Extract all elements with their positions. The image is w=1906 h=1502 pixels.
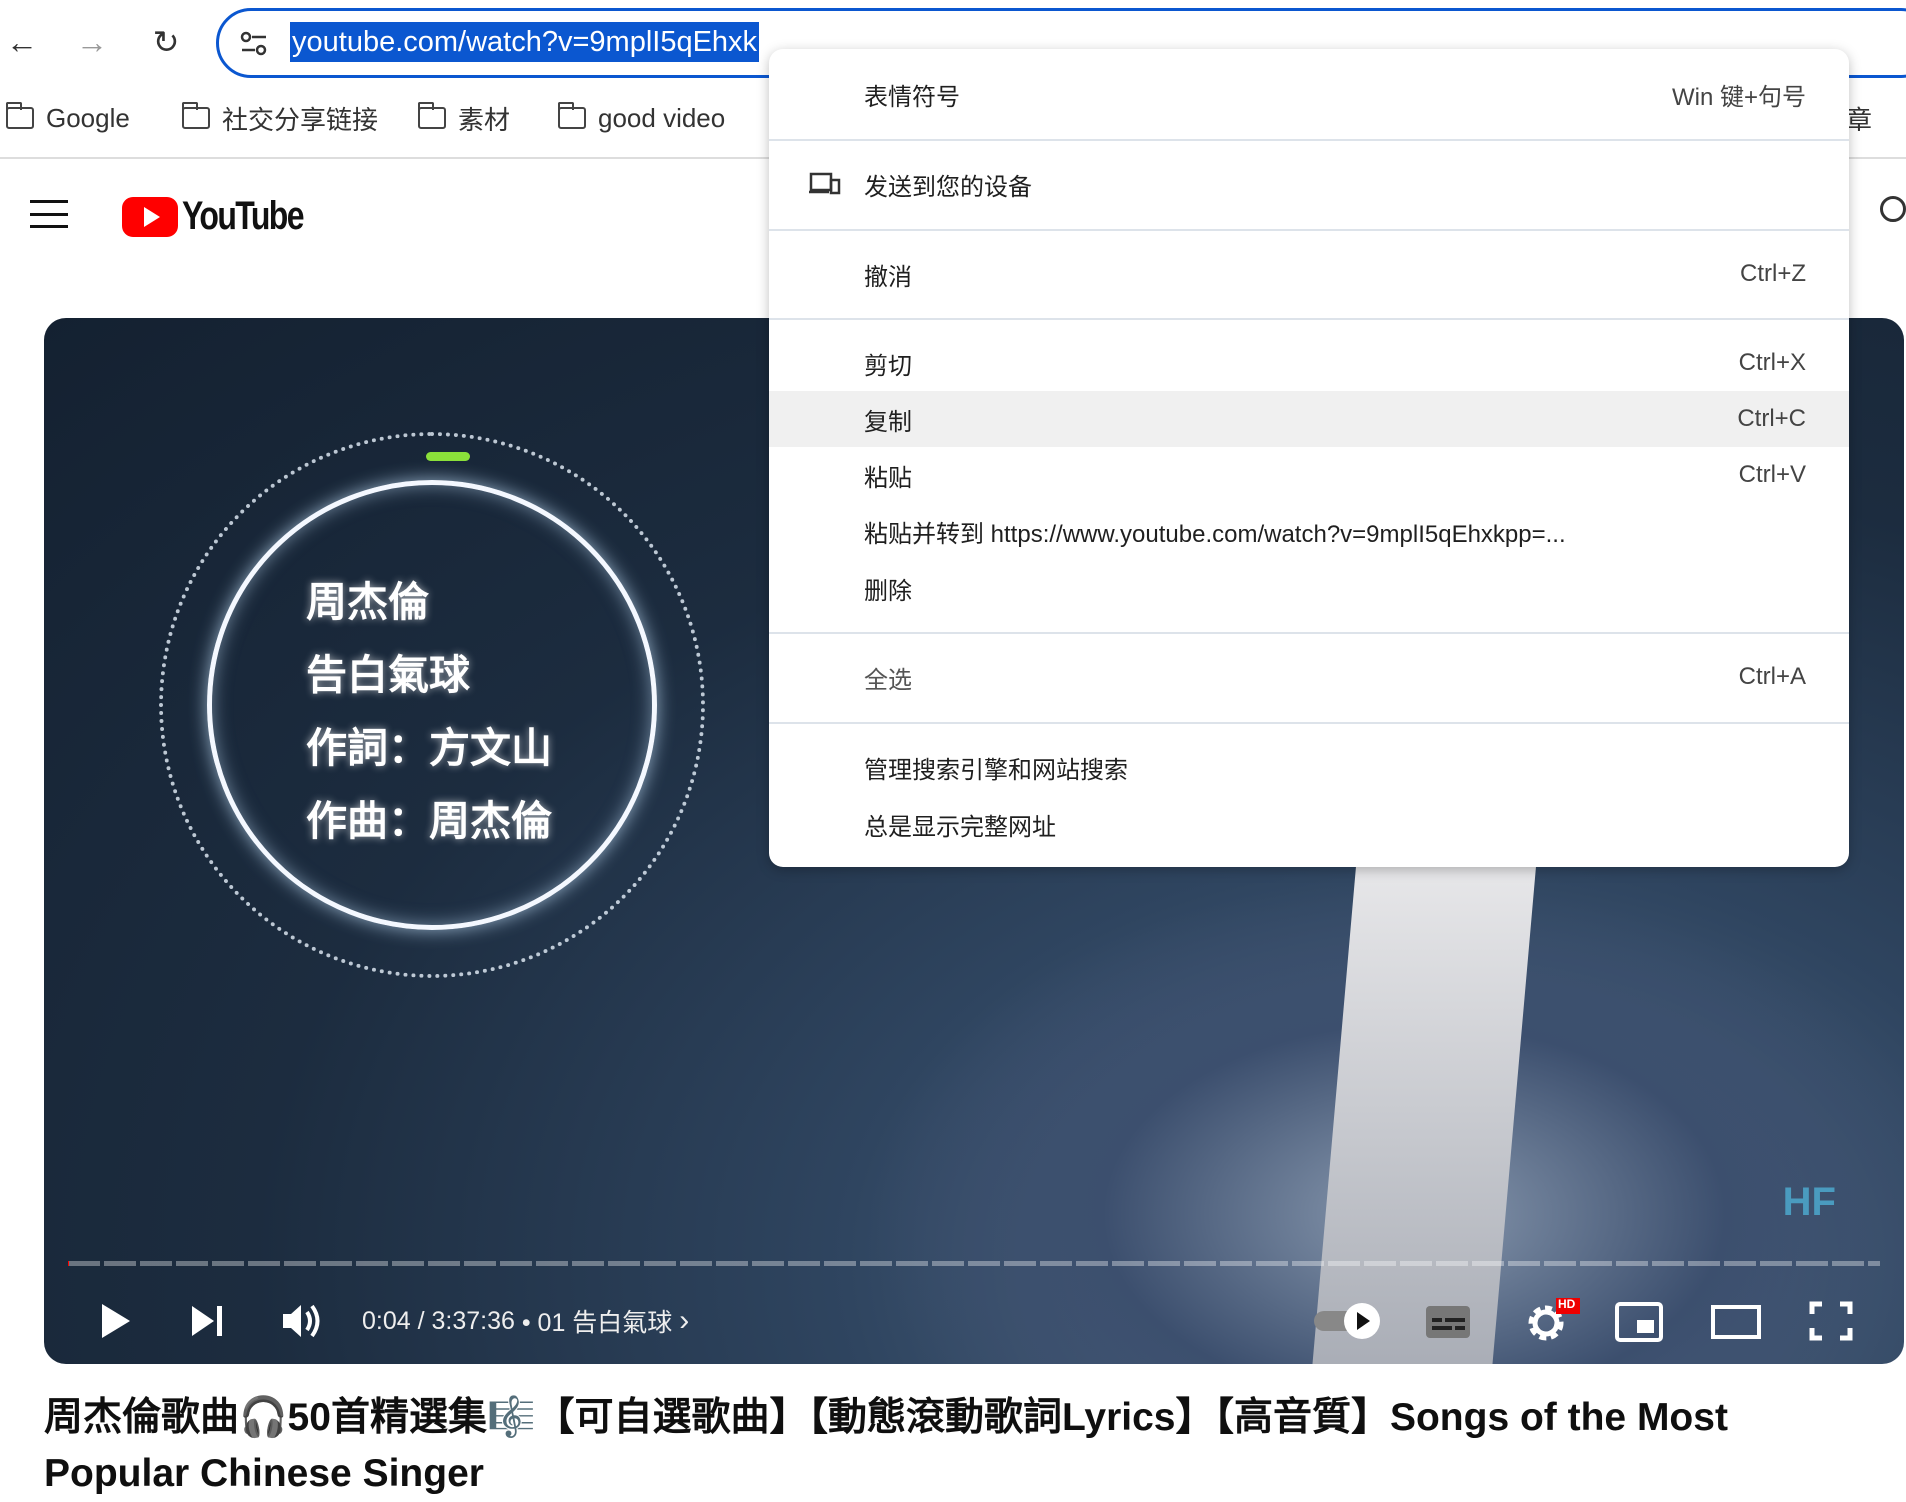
- menu-icon[interactable]: [30, 200, 68, 228]
- folder-icon: [181, 102, 210, 129]
- time-display: 0:04 / 3:37:36 • 01 告白氣球 ›: [362, 1296, 689, 1346]
- folder-icon: [417, 102, 446, 129]
- folder-icon: [5, 102, 34, 129]
- menu-item-cut[interactable]: 剪切 Ctrl+X: [769, 335, 1849, 391]
- back-button[interactable]: ←: [2, 22, 42, 62]
- video-title: 周杰倫歌曲🎧50首精選集🎼【可自選歌曲】【動態滾動歌詞Lyrics】【高音質】S…: [44, 1396, 1728, 1495]
- fullscreen-icon[interactable]: [1808, 1296, 1854, 1346]
- menu-item-delete[interactable]: 删除: [769, 560, 1849, 616]
- menu-separator: [769, 632, 1849, 634]
- progress-bar[interactable]: [68, 1261, 1880, 1266]
- lyric-ring-inner: [207, 480, 657, 930]
- bookmark-google[interactable]: Google: [5, 100, 130, 136]
- menu-separator: [769, 318, 1849, 320]
- bookmark-label: 社交分享链接: [222, 104, 379, 135]
- chevron-right-icon[interactable]: ›: [679, 1304, 689, 1338]
- folder-icon: [557, 102, 586, 129]
- menu-item-manage-search-engines[interactable]: 管理搜索引擎和网站搜索: [769, 739, 1849, 795]
- lyric-line: 作詞：方文山: [306, 725, 552, 771]
- menu-item-paste[interactable]: 粘贴 Ctrl+V: [769, 447, 1849, 503]
- menu-separator: [769, 229, 1849, 231]
- menu-separator: [769, 139, 1849, 141]
- youtube-logo[interactable]: YouTube: [122, 194, 333, 239]
- menu-item-undo[interactable]: 撤消 Ctrl+Z: [769, 246, 1849, 302]
- menu-item-paste-and-go[interactable]: 粘贴并转到 https://www.youtube.com/watch?v=9m…: [769, 503, 1849, 559]
- theater-mode-icon[interactable]: [1710, 1296, 1762, 1346]
- bookmark-label: Google: [46, 102, 130, 133]
- bookmark-label: good video: [598, 102, 726, 133]
- reload-button[interactable]: ↻: [146, 22, 186, 62]
- time-text: 0:04 / 3:37:36: [362, 1306, 515, 1335]
- url-text[interactable]: youtube.com/watch?v=9mplI5qEhxk: [290, 22, 760, 62]
- menu-item-emoji[interactable]: 表情符号 Win 键+句号: [769, 66, 1849, 122]
- autoplay-toggle[interactable]: [1312, 1296, 1386, 1346]
- search-icon[interactable]: [1880, 196, 1906, 222]
- bookmark-label: 素材: [458, 104, 511, 135]
- play-button[interactable]: [96, 1296, 136, 1346]
- bookmark-good-video[interactable]: good video: [557, 100, 726, 136]
- context-menu: 表情符号 Win 键+句号 发送到您的设备 撤消 Ctrl+Z 剪切 Ctrl+X 复…: [769, 49, 1849, 867]
- devices-icon: [809, 172, 841, 195]
- volume-icon[interactable]: [280, 1296, 324, 1346]
- lyric-line: 周杰倫: [306, 579, 429, 625]
- menu-item-always-show-full-url[interactable]: 总是显示完整网址: [769, 796, 1849, 852]
- site-settings-icon[interactable]: [239, 29, 269, 59]
- channel-watermark: HF: [1782, 1180, 1836, 1224]
- menu-item-select-all[interactable]: 全选 Ctrl+A: [769, 649, 1849, 705]
- chapter-link[interactable]: • 01 告白氣球: [522, 1303, 672, 1339]
- progress-fill: [68, 1261, 69, 1266]
- lyric-line: 告白氣球: [306, 652, 470, 698]
- next-button[interactable]: [188, 1296, 228, 1346]
- miniplayer-icon[interactable]: [1614, 1296, 1664, 1346]
- hd-badge: HD: [1558, 1297, 1576, 1311]
- menu-separator: [769, 722, 1849, 724]
- bookmark-social[interactable]: 社交分享链接: [181, 100, 379, 136]
- menu-item-copy[interactable]: 复制 Ctrl+C: [769, 391, 1849, 447]
- ring-indicator: [426, 452, 470, 461]
- forward-button[interactable]: →: [72, 22, 112, 62]
- bookmark-materials[interactable]: 素材: [417, 100, 511, 136]
- lyric-line: 作曲：周杰倫: [306, 798, 552, 844]
- subtitles-icon[interactable]: [1424, 1296, 1472, 1346]
- menu-item-send-to-devices[interactable]: 发送到您的设备: [769, 156, 1849, 212]
- bookmark-overflow[interactable]: 章: [1846, 100, 1872, 136]
